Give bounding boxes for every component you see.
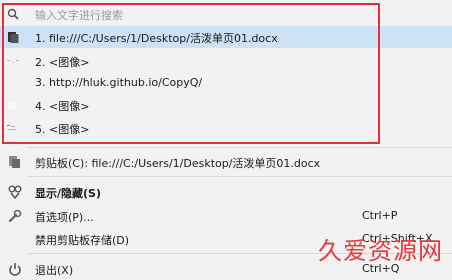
history-item-1[interactable]: 1. file:///C:/Users/1/Desktop/活泼单页01.doc…	[0, 26, 452, 48]
copyq-tray-menu: 输入文字进行搜索 1. file:///C:/Users/1/Desktop/活…	[0, 0, 452, 279]
separator	[28, 147, 452, 148]
disable-storing-label: 禁用剪贴板存储(D)	[35, 234, 130, 247]
history-item-3[interactable]: 3. http://hluk.github.io/CopyQ/	[0, 72, 452, 94]
document-icon	[8, 32, 19, 43]
image-thumbnail-icon	[7, 100, 18, 111]
history-item-5[interactable]: 5. <图像>	[0, 117, 452, 139]
watermark: 久爱资源网	[318, 231, 452, 277]
clipboard-icon	[9, 156, 20, 168]
power-icon	[9, 263, 21, 276]
clipboard-item[interactable]: 剪贴板(C): file:///C:/Users/1/Desktop/活泼单页0…	[0, 151, 452, 173]
copyq-logo-icon	[8, 185, 22, 199]
image-thumbnail-icon	[7, 125, 16, 130]
search-input[interactable]: 输入文字进行搜索	[35, 7, 123, 23]
separator	[28, 176, 452, 177]
search-row[interactable]: 输入文字进行搜索	[0, 3, 452, 25]
history-item-label: 2. <图像>	[35, 56, 90, 69]
wrench-icon	[8, 209, 22, 223]
preferences-menu-item[interactable]: 首选项(P)... Ctrl+P	[0, 205, 452, 227]
preferences-label: 首选项(P)...	[35, 211, 94, 224]
history-item-label: 3. http://hluk.github.io/CopyQ/	[35, 76, 203, 89]
history-item-label: 1. file:///C:/Users/1/Desktop/活泼单页01.doc…	[35, 32, 278, 45]
history-item-label: 5. <图像>	[35, 123, 90, 136]
watermark-text: 久爱资源网	[318, 237, 443, 265]
clipboard-label: 剪贴板(C): file:///C:/Users/1/Desktop/活泼单页0…	[35, 157, 321, 170]
history-item-label: 4. <图像>	[35, 100, 90, 113]
show-hide-label: 显示/隐藏(S)	[35, 187, 101, 200]
search-icon	[7, 8, 19, 20]
history-item-4[interactable]: 4. <图像>	[0, 94, 452, 116]
history-item-2[interactable]: 2. <图像>	[0, 50, 452, 72]
preferences-shortcut: Ctrl+P	[362, 209, 398, 222]
exit-label: 退出(X)	[35, 264, 74, 277]
show-hide-menu-item[interactable]: 显示/隐藏(S)	[0, 181, 452, 203]
image-thumbnail-icon	[7, 60, 19, 63]
